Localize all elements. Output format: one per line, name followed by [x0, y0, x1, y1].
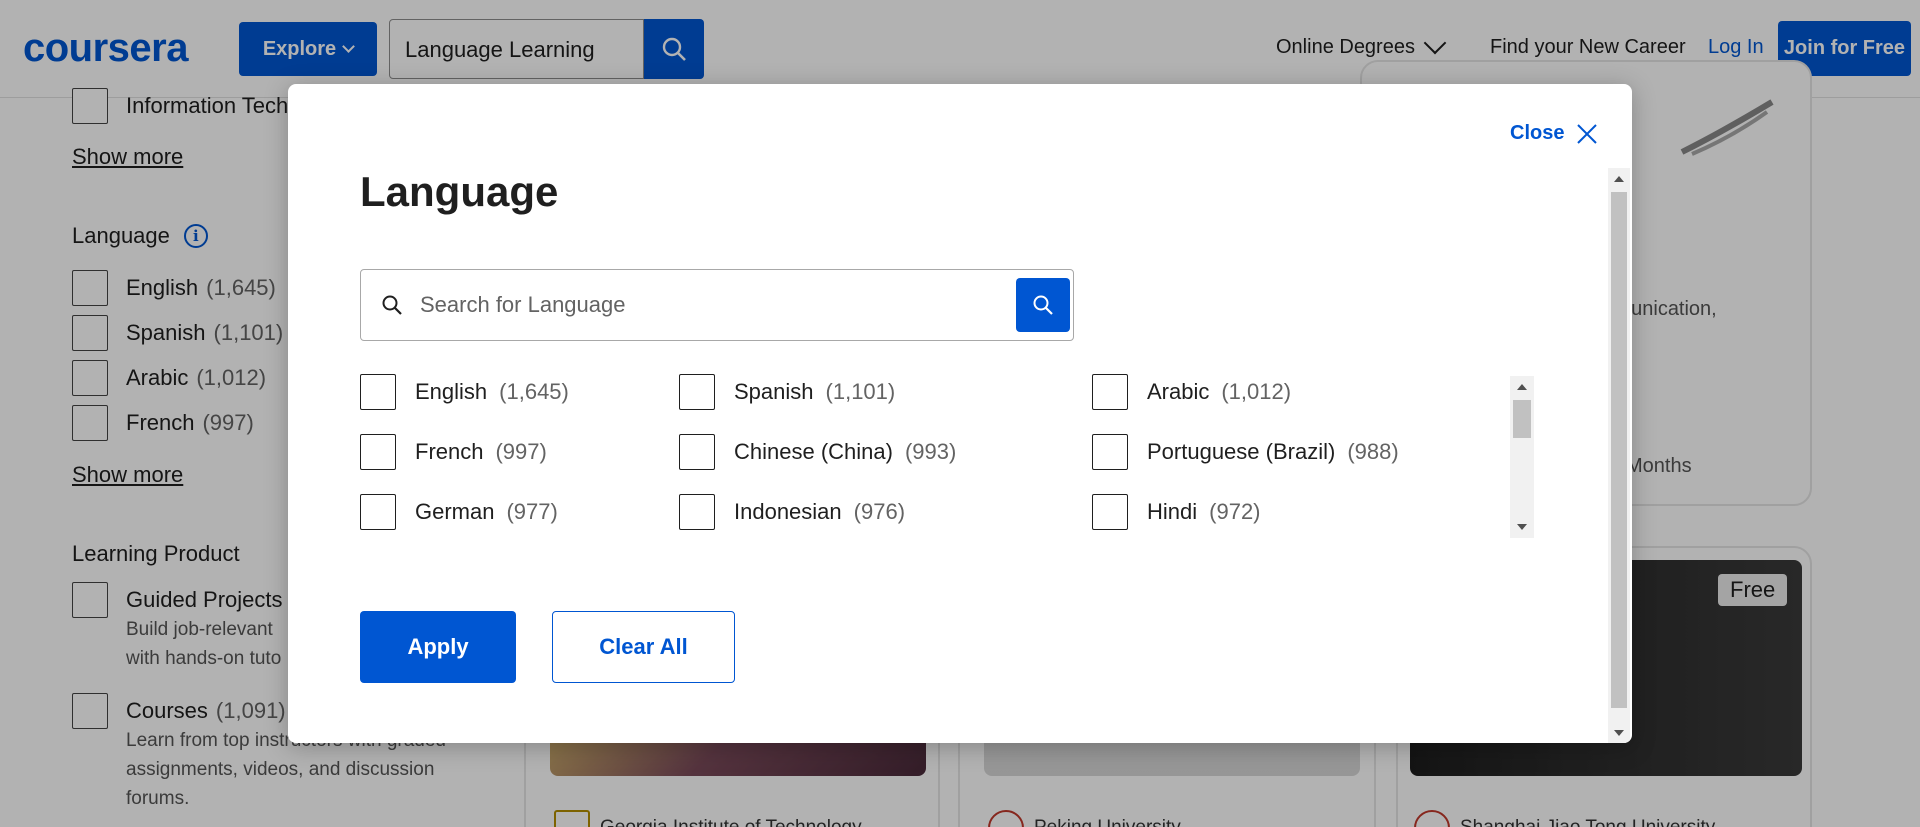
checkbox[interactable]: [360, 494, 396, 530]
scroll-down-arrow-icon[interactable]: [1517, 524, 1527, 530]
language-search-field[interactable]: Search for Language: [360, 269, 1074, 341]
scroll-down-arrow-icon[interactable]: [1614, 730, 1624, 736]
checkbox[interactable]: [360, 374, 396, 410]
language-option-french[interactable]: French (997): [360, 434, 547, 470]
close-button[interactable]: Close: [1510, 122, 1598, 145]
language-option-english[interactable]: English (1,645): [360, 374, 569, 410]
checkbox[interactable]: [1092, 494, 1128, 530]
modal-scrollbar[interactable]: [1608, 168, 1630, 743]
search-icon: [1033, 295, 1053, 315]
search-placeholder: Search for Language: [420, 292, 626, 317]
apply-button[interactable]: Apply: [360, 611, 516, 683]
language-filter-modal: Close Language Search for Language Engli…: [288, 84, 1632, 743]
language-option-chinese[interactable]: Chinese (China) (993): [679, 434, 956, 470]
search-submit-button[interactable]: [1016, 278, 1070, 332]
language-options-list: English (1,645) Spanish (1,101) Arabic (1,0…: [360, 374, 1536, 536]
language-option-indonesian[interactable]: Indonesian (976): [679, 494, 905, 530]
checkbox[interactable]: [1092, 374, 1128, 410]
checkbox[interactable]: [679, 434, 715, 470]
search-icon: [382, 295, 402, 315]
checkbox[interactable]: [1092, 434, 1128, 470]
language-option-spanish[interactable]: Spanish (1,101): [679, 374, 895, 410]
checkbox[interactable]: [679, 494, 715, 530]
modal-title: Language: [360, 168, 559, 215]
checkbox[interactable]: [679, 374, 715, 410]
clear-all-button[interactable]: Clear All: [552, 611, 735, 683]
language-option-portuguese[interactable]: Portuguese (Brazil) (988): [1092, 434, 1399, 470]
language-option-arabic[interactable]: Arabic (1,012): [1092, 374, 1291, 410]
checkbox[interactable]: [360, 434, 396, 470]
options-scrollbar[interactable]: [1510, 376, 1534, 538]
scrollbar-thumb[interactable]: [1513, 400, 1531, 438]
language-option-german[interactable]: German (977): [360, 494, 558, 530]
scroll-up-arrow-icon[interactable]: [1517, 384, 1527, 390]
scroll-up-arrow-icon[interactable]: [1614, 176, 1624, 182]
scrollbar-thumb[interactable]: [1611, 192, 1627, 708]
close-label: Close: [1510, 122, 1565, 144]
language-option-hindi[interactable]: Hindi (972): [1092, 494, 1261, 530]
close-icon: [1577, 123, 1598, 144]
